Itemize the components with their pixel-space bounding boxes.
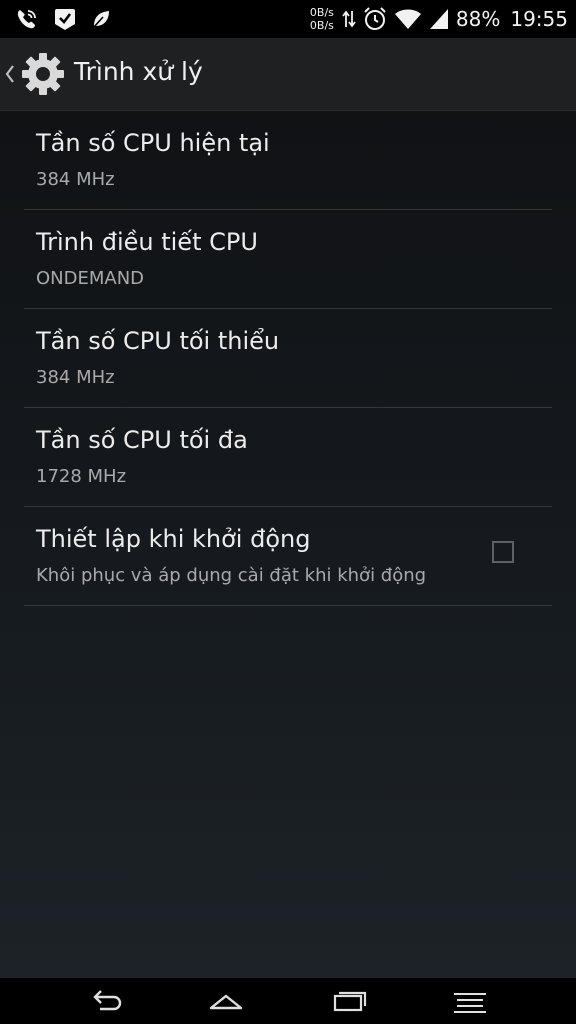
back-icon[interactable] [88,986,124,1016]
alarm-icon [364,7,386,30]
setting-min-cpu-frequency[interactable]: Tần số CPU tối thiểu 384 MHz [24,309,552,408]
recents-icon[interactable] [332,986,368,1016]
wifi-icon [394,9,421,29]
network-speed: 0B/s 0B/s [310,6,334,32]
setting-summary: 384 MHz [36,367,115,388]
setting-summary: Khôi phục và áp dụng cài đặt khi khởi độ… [36,565,427,586]
set-on-boot-checkbox[interactable] [492,541,514,563]
gear-icon[interactable] [20,51,66,97]
setting-summary: 384 MHz [36,169,115,190]
battery-percent: 88% [455,7,501,31]
action-bar: Trình xử lý [0,38,576,111]
data-arrows-icon [342,10,356,28]
setting-title: Tần số CPU tối thiểu [36,327,280,355]
status-right: 0B/s 0B/s 88% 19:55 [310,0,568,38]
settings-list: Tần số CPU hiện tại 384 MHz Trình điều t… [24,111,552,606]
viber-icon [17,10,36,29]
setting-max-cpu-frequency[interactable]: Tần số CPU tối đa 1728 MHz [24,408,552,507]
setting-title: Thiết lập khi khởi động [36,525,311,553]
setting-title: Trình điều tiết CPU [36,228,258,256]
net-down-speed: 0B/s [309,19,334,32]
setting-set-on-boot[interactable]: Thiết lập khi khởi động Khôi phục và áp … [24,507,552,606]
net-up-speed: 0B/s [309,6,334,19]
screen: 0B/s 0B/s 88% 19:55 Trình xử lý Tần số C… [0,0,576,1024]
signal-icon [429,9,448,29]
navigation-bar [0,978,576,1024]
setting-summary: 1728 MHz [36,466,127,487]
clock: 19:55 [510,7,568,31]
status-bar: 0B/s 0B/s 88% 19:55 [0,0,576,38]
leaf-icon [93,11,109,28]
home-icon[interactable] [208,986,244,1016]
menu-icon[interactable] [452,986,488,1016]
notification-icons [14,6,112,32]
setting-cpu-governor[interactable]: Trình điều tiết CPU ONDEMAND [24,210,552,309]
up-caret-icon[interactable] [4,64,16,84]
page-title: Trình xử lý [74,57,203,86]
setting-title: Tần số CPU hiện tại [36,129,270,157]
setting-summary: ONDEMAND [36,268,145,289]
setting-current-cpu-frequency[interactable]: Tần số CPU hiện tại 384 MHz [24,111,552,210]
checkmark-badge-icon [55,9,75,30]
setting-title: Tần số CPU tối đa [36,426,248,454]
